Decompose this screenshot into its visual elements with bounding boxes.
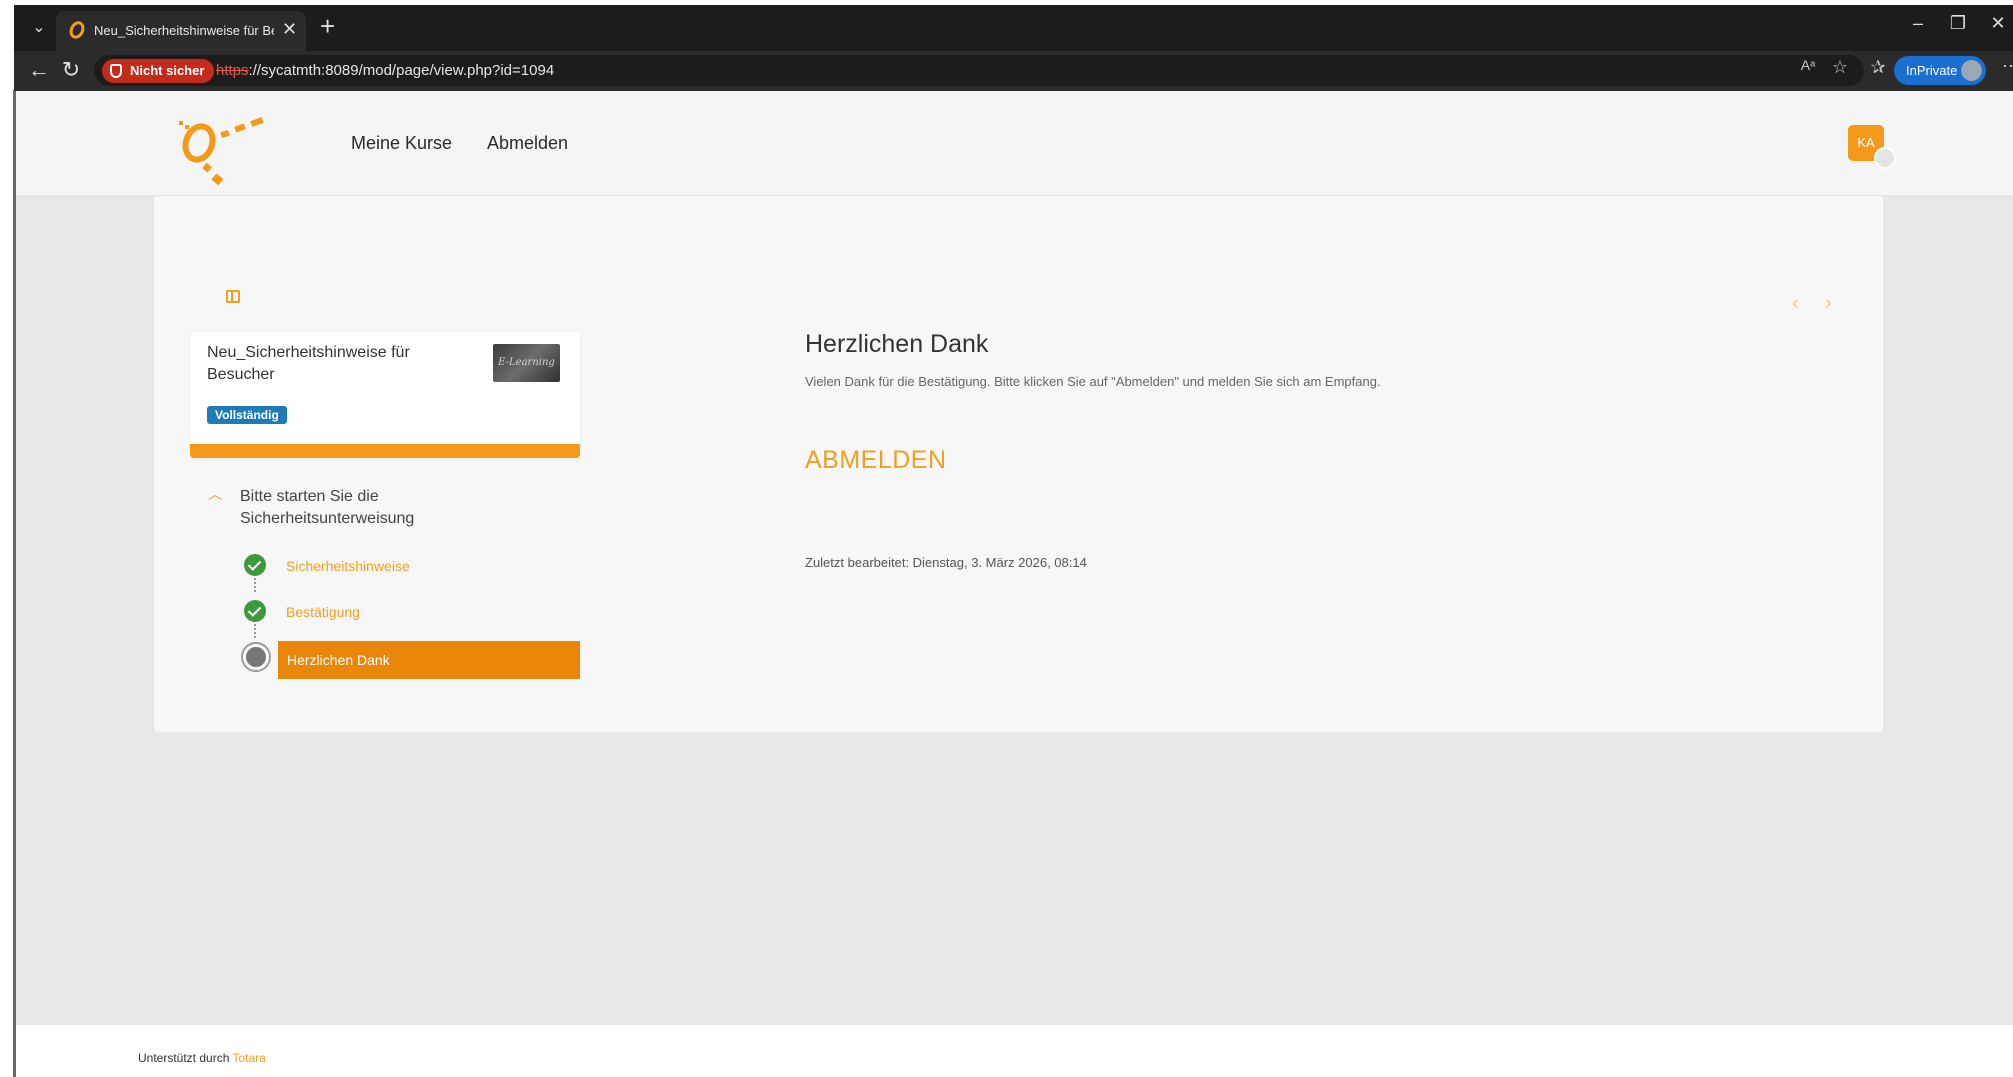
page-text: Vielen Dank für die Bestätigung. Bitte k… xyxy=(805,374,1381,389)
shield-warning-icon xyxy=(110,64,122,78)
inprivate-label: InPrivate xyxy=(1906,63,1958,78)
activity-connector xyxy=(254,624,256,638)
close-tab-icon[interactable]: ✕ xyxy=(282,19,297,40)
chevron-up-icon[interactable]: ︿ xyxy=(208,484,222,504)
site-footer: Unterstützt durch Totara xyxy=(138,1051,266,1065)
browser-tab[interactable]: Neu_Sicherheitshinweise für Besucher ✕ xyxy=(56,11,306,51)
tab-actions-icon[interactable]: ⌄ xyxy=(24,13,54,43)
previous-page-icon[interactable]: ‹ xyxy=(1792,292,1799,315)
user-status-icon xyxy=(1874,147,1896,169)
next-page-icon[interactable]: › xyxy=(1825,292,1832,315)
more-menu-icon[interactable]: ··· xyxy=(2002,55,2013,76)
course-title: Neu_Sicherheitshinweise für Besucher xyxy=(207,344,410,383)
course-progress-bar xyxy=(190,444,580,458)
course-summary-card[interactable]: Neu_Sicherheitshinweise für Besucher E-L… xyxy=(190,332,580,458)
activity-link-herzlichen-dank[interactable]: Herzlichen Dank xyxy=(278,641,580,679)
not-secure-label: Nicht sicher xyxy=(130,63,205,78)
new-tab-icon[interactable]: + xyxy=(320,13,335,39)
status-badge: Vollständig xyxy=(207,406,287,424)
abmelden-link[interactable]: ABMELDEN xyxy=(805,446,947,475)
activity-connector xyxy=(254,578,256,592)
activity-link-sicherheitshinweise[interactable]: Sicherheitshinweise xyxy=(286,558,410,574)
url-text: https://sycatmth:8089/mod/page/view.php?… xyxy=(216,62,554,79)
page-title: Herzlichen Dank xyxy=(805,330,989,358)
read-aloud-icon[interactable]: Aᵃ xyxy=(1794,57,1822,73)
favorites-list-icon[interactable]: ✰ xyxy=(1864,57,1892,78)
nav-my-courses[interactable]: Meine Kurse xyxy=(351,133,452,154)
minimize-icon[interactable]: – xyxy=(1898,13,1938,34)
back-icon[interactable]: ← xyxy=(24,57,54,83)
browser-address-bar: ← ↻ Nicht sicher https://sycatmth:8089/m… xyxy=(14,51,2013,91)
completed-check-icon xyxy=(244,554,266,576)
last-modified: Zuletzt bearbeitet: Dienstag, 3. März 20… xyxy=(805,555,1087,570)
reload-icon[interactable]: ↻ xyxy=(56,57,86,83)
footer-prefix: Unterstützt durch xyxy=(138,1051,230,1065)
site-logo[interactable] xyxy=(161,101,291,186)
tab-title: Neu_Sicherheitshinweise für Besucher xyxy=(94,23,274,38)
browser-tab-bar: ⌄ Neu_Sicherheitshinweise für Besucher ✕… xyxy=(14,5,2013,51)
footer-brand-link[interactable]: Totara xyxy=(233,1051,266,1065)
site-favicon-icon xyxy=(66,18,88,42)
course-thumbnail: E-Learning xyxy=(493,344,560,382)
url-path: ://sycatmth:8089/mod/page/view.php?id=10… xyxy=(248,62,555,79)
close-window-icon[interactable]: ✕ xyxy=(1978,13,2013,34)
inprivate-button[interactable]: InPrivate xyxy=(1894,56,1986,85)
course-index-toggle-icon[interactable] xyxy=(226,290,240,303)
window-edge xyxy=(0,0,14,1077)
url-field[interactable]: Nicht sicher https://sycatmth:8089/mod/p… xyxy=(94,55,1864,86)
not-secure-indicator[interactable]: Nicht sicher xyxy=(102,59,215,83)
section-title[interactable]: Bitte starten Sie die Sicherheitsunterwe… xyxy=(240,486,500,530)
current-activity-icon xyxy=(243,644,269,670)
profile-avatar-icon xyxy=(1961,60,1982,81)
restore-icon[interactable]: ❐ xyxy=(1938,13,1978,34)
url-protocol: https xyxy=(216,62,249,79)
nav-logout[interactable]: Abmelden xyxy=(487,133,568,154)
main-content-card: Neu_Sicherheitshinweise für Besucher E-L… xyxy=(154,196,1883,732)
site-header: Meine Kurse Abmelden KA xyxy=(16,91,2013,195)
favorite-star-icon[interactable]: ☆ xyxy=(1826,57,1854,78)
completed-check-icon xyxy=(244,600,266,622)
activity-link-bestaetigung[interactable]: Bestätigung xyxy=(286,604,360,620)
